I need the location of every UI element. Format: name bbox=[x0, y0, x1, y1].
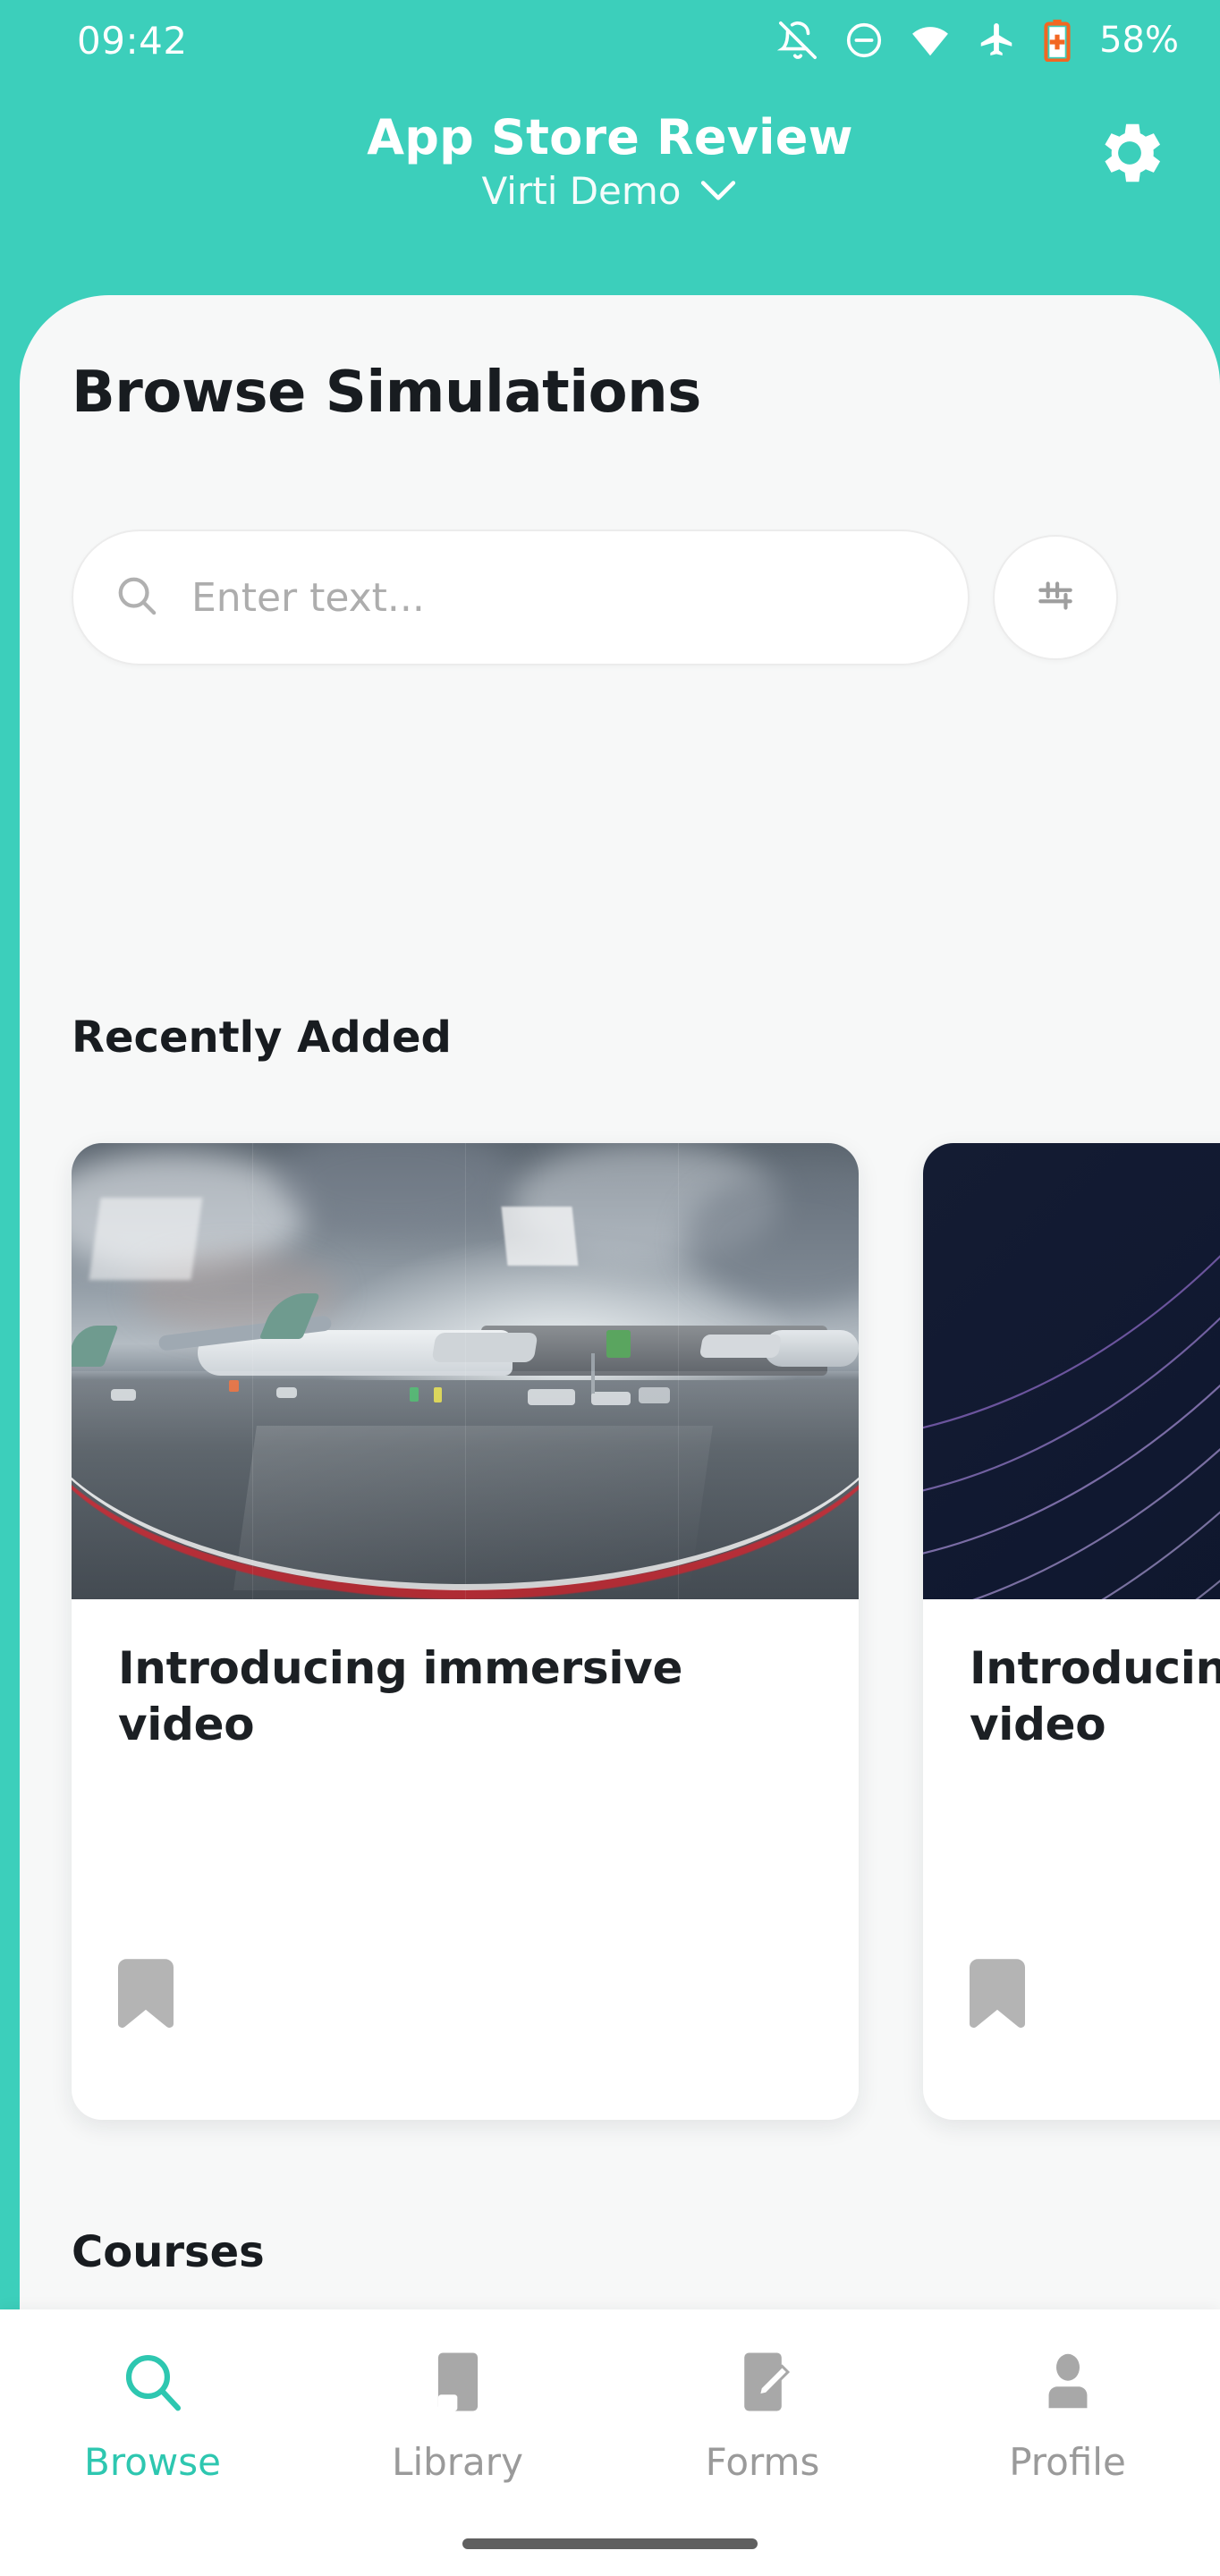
app-bar-center: App Store Review Virti Demo bbox=[0, 109, 1220, 214]
content-panel: Browse Simulations Enter text... Recentl… bbox=[20, 295, 1220, 2576]
nav-label-profile: Profile bbox=[1009, 2440, 1126, 2484]
search-input[interactable]: Enter text... bbox=[72, 530, 970, 665]
form-edit-icon bbox=[728, 2347, 798, 2420]
status-bar-icons: 58% bbox=[777, 19, 1179, 62]
section-heading-recently-added: Recently Added bbox=[72, 1013, 452, 1063]
bell-off-icon bbox=[777, 20, 818, 61]
settings-button[interactable] bbox=[1089, 114, 1170, 195]
book-icon bbox=[423, 2347, 493, 2420]
airplane-mode-icon bbox=[976, 20, 1017, 61]
nav-item-library[interactable]: Library bbox=[305, 2347, 610, 2484]
org-selector[interactable]: Virti Demo bbox=[481, 169, 738, 213]
nav-item-profile[interactable]: Profile bbox=[915, 2347, 1220, 2484]
nav-label-library: Library bbox=[392, 2440, 523, 2484]
nav-item-browse[interactable]: Browse bbox=[0, 2347, 305, 2484]
card-title: Introducing immersive video bbox=[118, 1642, 683, 1750]
recently-added-carousel[interactable]: Introducing immersive video Introducin v… bbox=[72, 1143, 1220, 2120]
bottom-navigation: Browse Library Forms Profile bbox=[0, 2309, 1220, 2576]
page-title: Browse Simulations bbox=[72, 360, 701, 426]
status-bar-clock: 09:42 bbox=[77, 18, 188, 63]
virti-branded-dark-curves bbox=[923, 1143, 1220, 1599]
simulation-card[interactable]: Introducing immersive video bbox=[923, 1143, 1220, 2120]
section-heading-courses: Courses bbox=[72, 2227, 265, 2277]
bookmark-icon[interactable] bbox=[969, 1959, 1026, 2032]
wifi-icon bbox=[910, 20, 951, 61]
gear-icon bbox=[1091, 114, 1168, 195]
card-body: Introducing immersive video bbox=[72, 1599, 859, 2120]
card-body: Introducing immersive video bbox=[923, 1599, 1220, 2120]
person-icon bbox=[1033, 2347, 1103, 2420]
search-icon bbox=[118, 2347, 188, 2420]
simulation-card[interactable]: Introducing immersive video bbox=[72, 1143, 859, 2120]
org-name: Virti Demo bbox=[481, 169, 682, 214]
nav-label-forms: Forms bbox=[705, 2440, 820, 2484]
phone-screen: 09:42 58% App Store Review Virti Demo Br… bbox=[0, 0, 1220, 2576]
card-title: Introducing immersive video bbox=[970, 1642, 1220, 1750]
bookmark-icon[interactable] bbox=[117, 1959, 174, 2032]
nav-label-browse: Browse bbox=[84, 2440, 221, 2484]
home-indicator[interactable] bbox=[462, 2538, 758, 2549]
app-bar: App Store Review Virti Demo bbox=[0, 82, 1220, 306]
do-not-disturb-icon bbox=[843, 20, 885, 61]
battery-percentage: 58% bbox=[1099, 20, 1179, 61]
search-icon bbox=[113, 572, 161, 623]
chevron-down-icon bbox=[698, 176, 739, 207]
sliders-icon bbox=[1033, 573, 1078, 622]
search-row: Enter text... bbox=[72, 530, 1220, 665]
card-thumbnail bbox=[72, 1143, 859, 1599]
airport-panorama-360 bbox=[72, 1143, 859, 1599]
filter-button[interactable] bbox=[993, 535, 1118, 660]
card-thumbnail bbox=[923, 1143, 1220, 1599]
app-title: App Store Review bbox=[367, 109, 853, 165]
battery-saver-icon bbox=[1042, 19, 1072, 62]
status-bar: 09:42 58% bbox=[0, 0, 1220, 80]
search-placeholder: Enter text... bbox=[191, 574, 425, 621]
nav-item-forms[interactable]: Forms bbox=[610, 2347, 915, 2484]
